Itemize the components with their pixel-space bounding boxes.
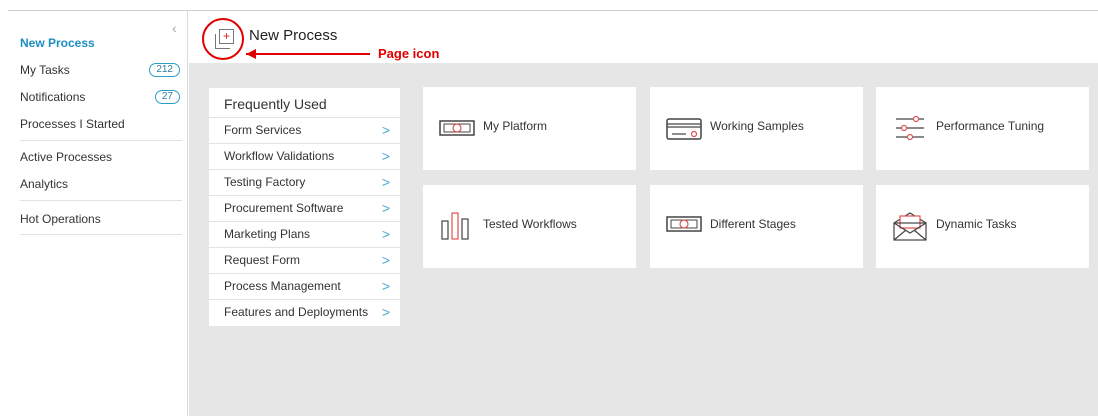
sidebar-item-active-processes[interactable]: Active Processes [20, 144, 180, 170]
tile-working-samples[interactable]: Working Samples [650, 87, 863, 170]
sidebar-divider [20, 140, 182, 141]
main-content: Frequently Used Form Services > Workflow … [189, 63, 1098, 416]
annotation-arrow [246, 53, 370, 55]
chevron-right-icon: > [381, 278, 390, 294]
list-item[interactable]: Workflow Validations > [209, 143, 400, 169]
chevron-right-icon: > [381, 122, 390, 138]
sidebar-item-hot-operations[interactable]: Hot Operations [20, 206, 180, 232]
tile-label: Dynamic Tasks [936, 217, 1017, 231]
list-item[interactable]: Process Management > [209, 273, 400, 299]
chevron-right-icon: > [381, 200, 390, 216]
sidebar-item-my-tasks[interactable]: My Tasks 212 [20, 57, 180, 83]
sidebar-item-analytics[interactable]: Analytics [20, 171, 180, 197]
sidebar-item-label: Analytics [20, 177, 69, 191]
chevron-right-icon: > [381, 174, 390, 190]
list-item[interactable]: Procurement Software > [209, 195, 400, 221]
bars-icon [439, 211, 475, 241]
list-item[interactable]: Marketing Plans > [209, 221, 400, 247]
tile-different-stages[interactable]: Different Stages [650, 185, 863, 268]
sidebar: ‹ New Process My Tasks 212 Notifications… [8, 11, 188, 416]
tile-label: Tested Workflows [483, 217, 577, 231]
tile-tested-workflows[interactable]: Tested Workflows [423, 185, 636, 268]
sidebar-divider [20, 200, 182, 201]
chevron-right-icon: > [381, 252, 390, 268]
list-item[interactable]: Testing Factory > [209, 169, 400, 195]
sidebar-item-label: Active Processes [20, 150, 113, 164]
sliders-icon [892, 113, 928, 143]
count-badge: 212 [149, 63, 180, 77]
chevron-right-icon: > [381, 304, 390, 320]
tile-label: Performance Tuning [936, 119, 1045, 133]
tile-dynamic-tasks[interactable]: Dynamic Tasks [876, 185, 1089, 268]
sidebar-item-new-process[interactable]: New Process [20, 30, 180, 56]
list-item[interactable]: Features and Deployments > [209, 299, 400, 325]
sidebar-item-notifications[interactable]: Notifications 27 [20, 84, 180, 110]
tile-label: My Platform [483, 119, 548, 133]
count-badge: 27 [154, 90, 180, 104]
sidebar-item-label: My Tasks [20, 63, 70, 77]
frequently-used-title: Frequently Used [224, 96, 327, 112]
annotation-arrow-head [246, 49, 256, 59]
frequently-used-panel: Frequently Used Form Services > Workflow … [209, 88, 400, 326]
annotation-circle [202, 18, 244, 60]
annotation-label: Page icon [378, 46, 440, 61]
envelope-icon [892, 211, 928, 241]
sidebar-item-label: New Process [20, 36, 95, 50]
list-item[interactable]: Form Services > [209, 117, 400, 143]
sidebar-divider [20, 234, 182, 235]
chevron-right-icon: > [381, 226, 390, 242]
money-bill-icon [666, 211, 702, 241]
tile-performance-tuning[interactable]: Performance Tuning [876, 87, 1089, 170]
card-icon [666, 113, 702, 143]
sidebar-item-label: Hot Operations [20, 212, 101, 226]
chevron-right-icon: > [381, 148, 390, 164]
tile-label: Working Samples [710, 119, 804, 133]
sidebar-item-label: Processes I Started [20, 117, 125, 131]
page-title: New Process [249, 27, 338, 44]
money-bill-icon [439, 113, 475, 143]
sidebar-item-label: Notifications [20, 90, 86, 104]
sidebar-item-processes-i-started[interactable]: Processes I Started [20, 111, 180, 137]
list-item[interactable]: Request Form > [209, 247, 400, 273]
tile-label: Different Stages [710, 217, 796, 231]
tile-my-platform[interactable]: My Platform [423, 87, 636, 170]
page-header: + New Process [189, 11, 1098, 63]
